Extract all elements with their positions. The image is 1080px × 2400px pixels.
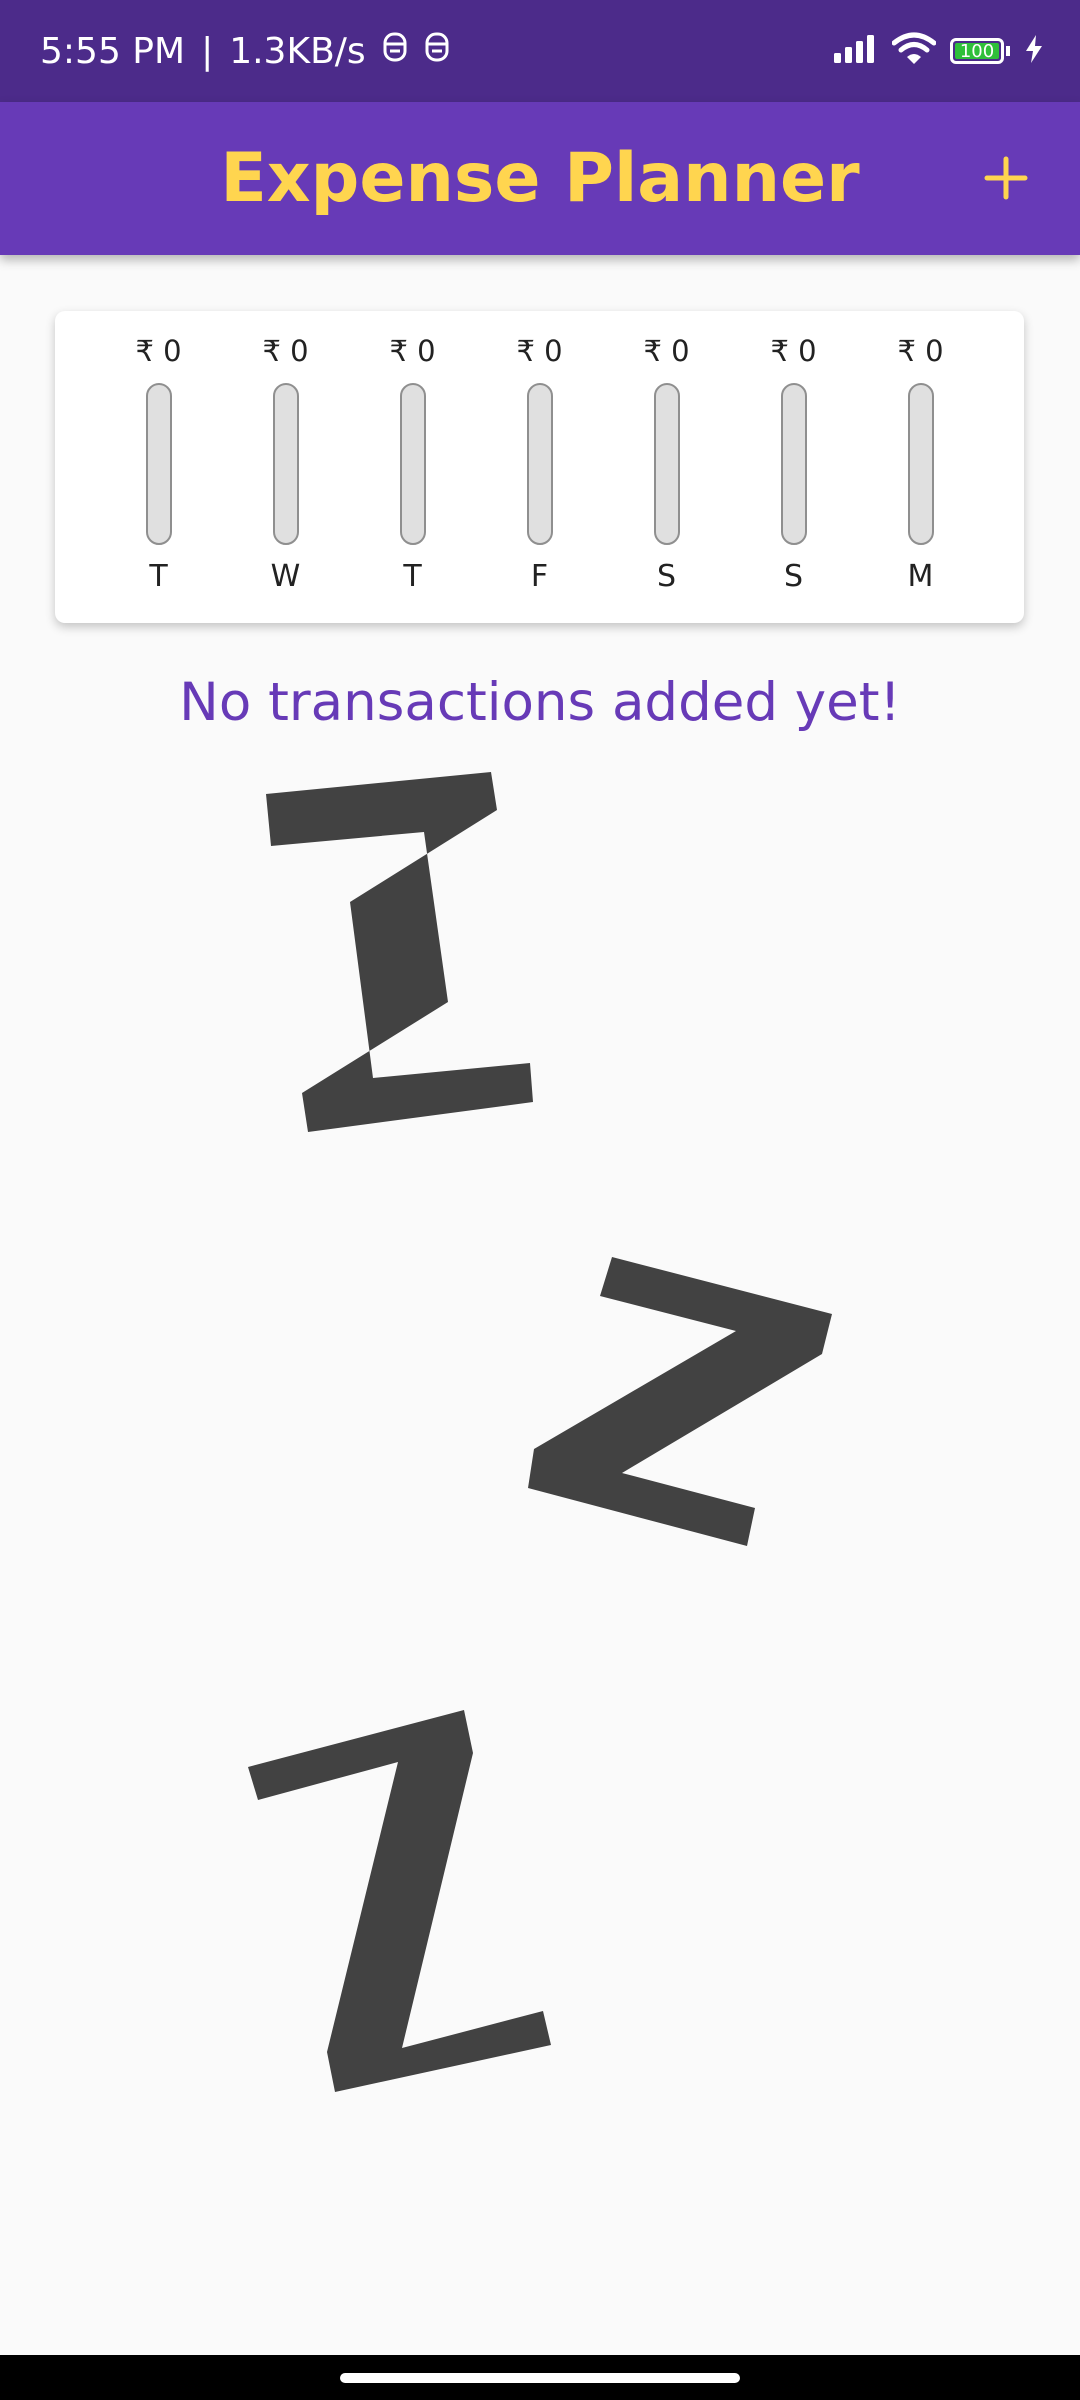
home-indicator[interactable]: [340, 2373, 740, 2383]
plus-icon: [984, 156, 1028, 200]
app-title: Expense Planner: [220, 139, 860, 218]
navigation-bar: [0, 2355, 1080, 2400]
add-transaction-button[interactable]: [976, 148, 1036, 208]
app-bar: Expense Planner: [0, 102, 1080, 255]
sleep-zzz-icon: [248, 772, 832, 2092]
